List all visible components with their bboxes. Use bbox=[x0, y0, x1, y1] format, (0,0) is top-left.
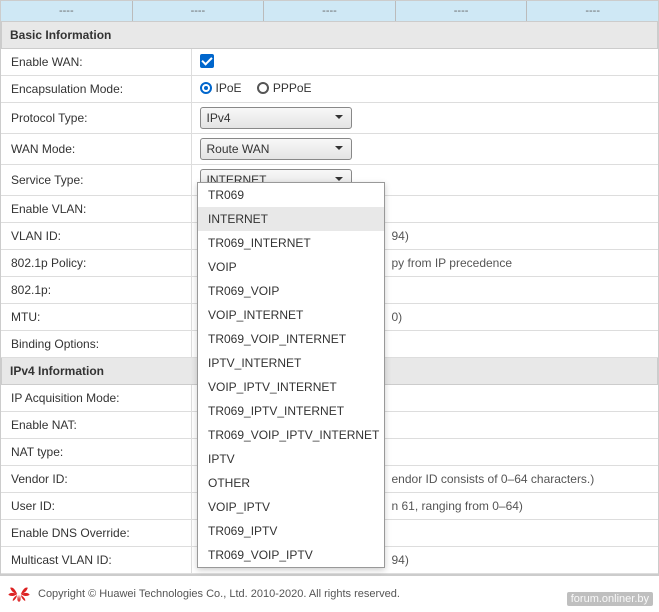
enable-wan-checkbox[interactable] bbox=[200, 54, 214, 68]
dropdown-option[interactable]: VOIP_IPTV bbox=[198, 495, 384, 519]
label-8021p: 802.1p: bbox=[1, 277, 191, 304]
dropdown-option[interactable]: VOIP_IPTV_INTERNET bbox=[198, 375, 384, 399]
label-wan-mode: WAN Mode: bbox=[1, 134, 191, 165]
label-vendor: Vendor ID: bbox=[1, 466, 191, 493]
footer: Copyright © Huawei Technologies Co., Ltd… bbox=[0, 574, 659, 612]
dropdown-option[interactable]: TR069_IPTV_INTERNET bbox=[198, 399, 384, 423]
label-user-id: User ID: bbox=[1, 493, 191, 520]
label-nat-type: NAT type: bbox=[1, 439, 191, 466]
radio-ipoe[interactable]: IPoE bbox=[200, 81, 242, 95]
dropdown-option[interactable]: TR069_IPTV bbox=[198, 519, 384, 543]
label-encap: Encapsulation Mode: bbox=[1, 76, 191, 103]
tab[interactable]: ---- bbox=[1, 1, 133, 21]
top-tabs: ---- ---- ---- ---- ---- bbox=[0, 0, 659, 22]
label-mtu: MTU: bbox=[1, 304, 191, 331]
dropdown-option[interactable]: OTHER bbox=[198, 471, 384, 495]
dropdown-option[interactable]: INTERNET bbox=[198, 207, 384, 231]
label-enable-vlan: Enable VLAN: bbox=[1, 196, 191, 223]
dropdown-option[interactable]: IPTV bbox=[198, 447, 384, 471]
label-enable-wan: Enable WAN: bbox=[1, 49, 191, 76]
radio-pppoe[interactable]: PPPoE bbox=[257, 81, 312, 95]
wan-mode-select[interactable]: Route WAN bbox=[200, 138, 352, 160]
dropdown-option[interactable]: TR069_VOIP_IPTV_INTERNET bbox=[198, 423, 384, 447]
label-dns: Enable DNS Override: bbox=[1, 520, 191, 547]
label-enable-nat: Enable NAT: bbox=[1, 412, 191, 439]
label-mvlan: Multicast VLAN ID: bbox=[1, 547, 191, 574]
service-type-dropdown[interactable]: TR069INTERNETTR069_INTERNETVOIPTR069_VOI… bbox=[197, 182, 385, 568]
dropdown-option[interactable]: TR069_VOIP_IPTV bbox=[198, 543, 384, 567]
watermark: forum.onliner.by bbox=[567, 592, 653, 606]
tab[interactable]: ---- bbox=[133, 1, 265, 21]
label-vlan-id: VLAN ID: bbox=[1, 223, 191, 250]
label-ip-acq: IP Acquisition Mode: bbox=[1, 385, 191, 412]
section-basic-info: Basic Information bbox=[1, 22, 658, 49]
dropdown-option[interactable]: TR069 bbox=[198, 183, 384, 207]
dropdown-option[interactable]: TR069_VOIP bbox=[198, 279, 384, 303]
label-binding: Binding Options: bbox=[1, 331, 191, 358]
tab[interactable]: ---- bbox=[527, 1, 658, 21]
copyright-text: Copyright © Huawei Technologies Co., Ltd… bbox=[38, 588, 400, 600]
dropdown-option[interactable]: VOIP bbox=[198, 255, 384, 279]
dropdown-option[interactable]: TR069_INTERNET bbox=[198, 231, 384, 255]
label-service-type: Service Type: bbox=[1, 165, 191, 196]
label-protocol: Protocol Type: bbox=[1, 103, 191, 134]
dropdown-option[interactable]: IPTV_INTERNET bbox=[198, 351, 384, 375]
protocol-select[interactable]: IPv4 bbox=[200, 107, 352, 129]
tab[interactable]: ---- bbox=[264, 1, 396, 21]
tab[interactable]: ---- bbox=[396, 1, 528, 21]
dropdown-option[interactable]: TR069_VOIP_INTERNET bbox=[198, 327, 384, 351]
dropdown-option[interactable]: VOIP_INTERNET bbox=[198, 303, 384, 327]
huawei-logo-icon bbox=[8, 586, 30, 602]
label-8021p-policy: 802.1p Policy: bbox=[1, 250, 191, 277]
